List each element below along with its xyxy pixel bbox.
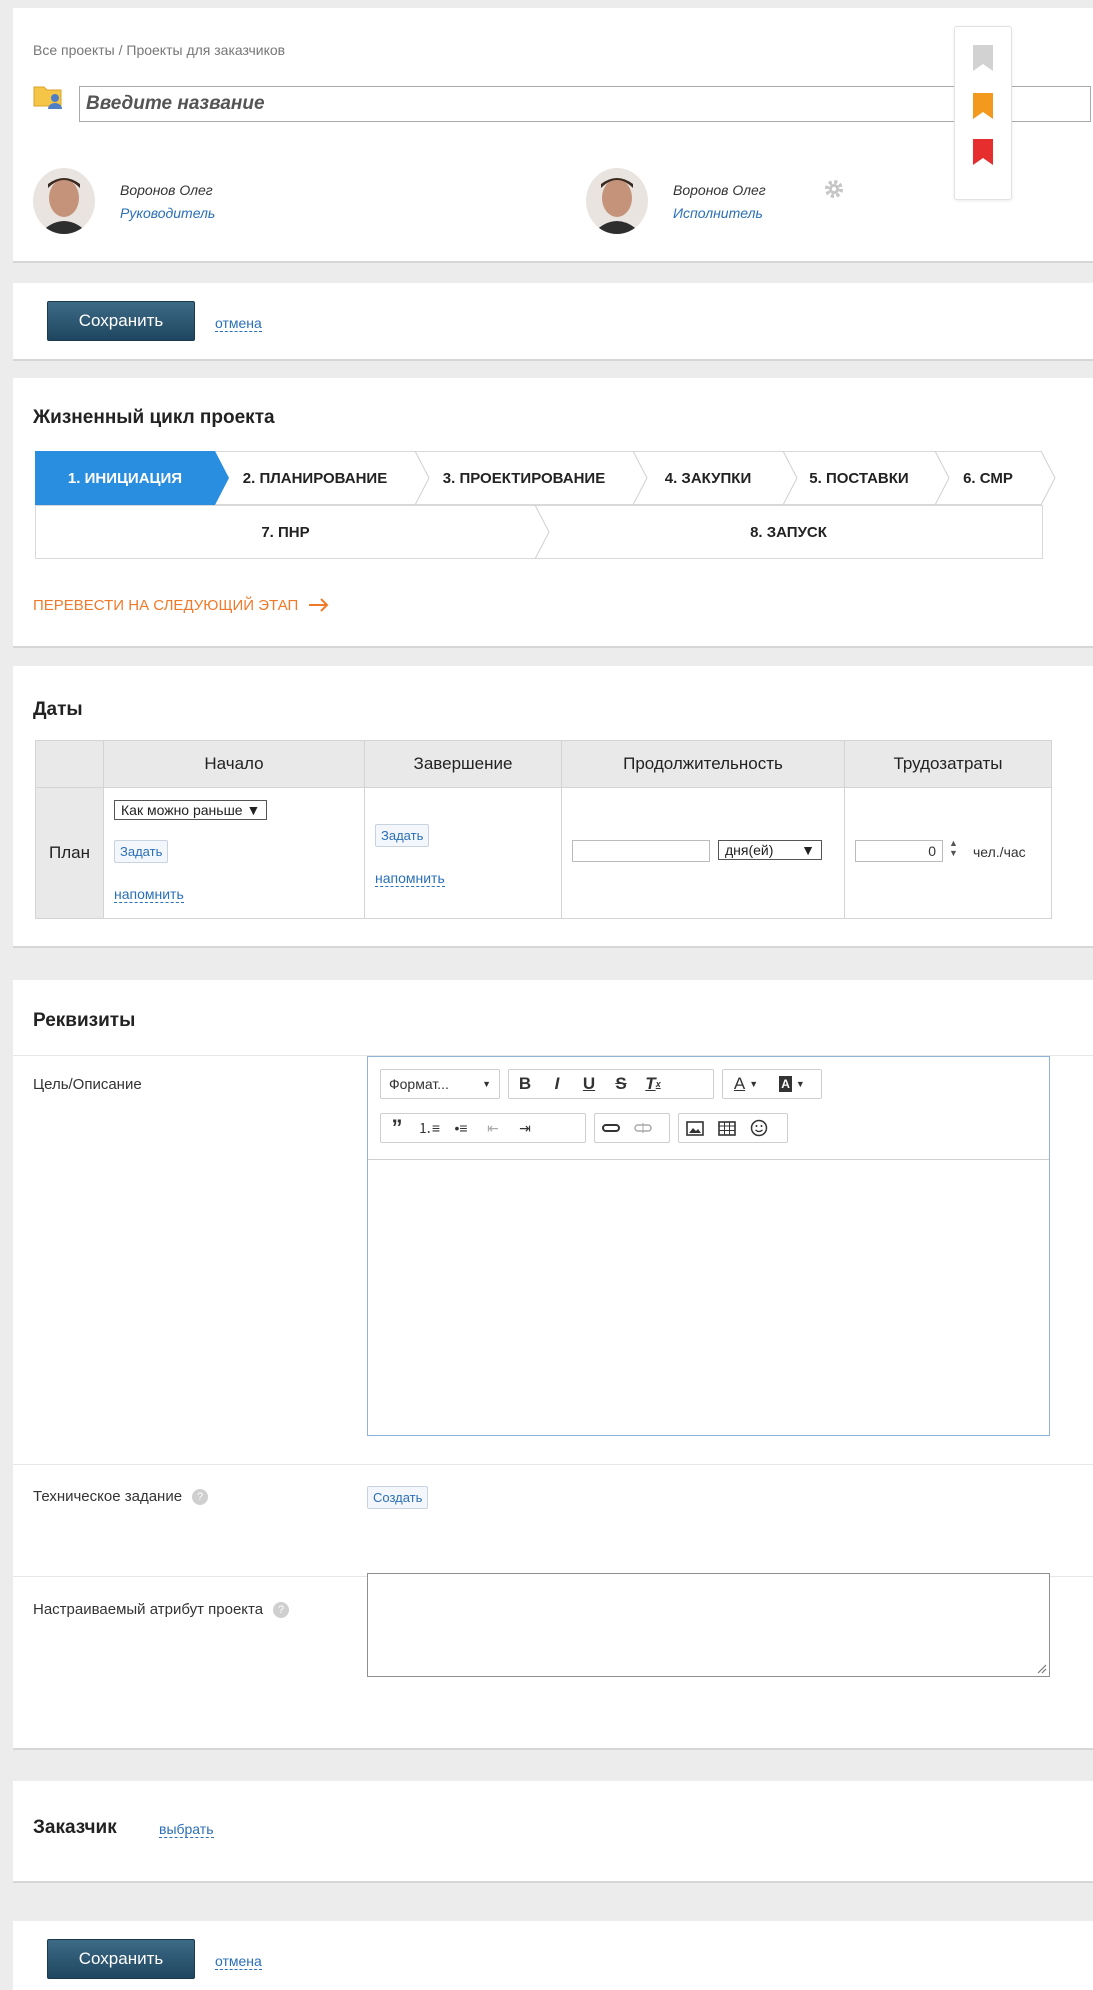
remove-format-icon[interactable]: Tx [637, 1070, 669, 1098]
effort-cell: 0 ▲ ▼ чел./час [844, 787, 1052, 919]
top-actions-panel: Сохранить отмена [13, 283, 1093, 361]
avatar [33, 168, 95, 234]
breadcrumb[interactable]: Все проекты / Проекты для заказчиков [33, 42, 285, 58]
duration-unit-value: дня(ей) [725, 842, 774, 858]
customer-panel: Заказчик выбрать [13, 1781, 1093, 1883]
help-icon[interactable]: ? [273, 1602, 290, 1618]
text-color-icon[interactable]: A ▼ [723, 1070, 769, 1098]
project-folder-icon [33, 86, 62, 109]
start-set-button[interactable]: Задать [114, 840, 169, 863]
link-group [594, 1113, 670, 1143]
tech-task-label-wrap: Техническое задание? [33, 1488, 209, 1505]
requisites-title: Реквизиты [33, 1010, 136, 1031]
flag-red-icon[interactable] [973, 139, 993, 165]
stage-initiation-label: 1. ИНИЦИАЦИЯ [67, 469, 183, 487]
italic-icon[interactable]: I [541, 1070, 573, 1098]
format-dropdown[interactable]: Формат... ▼ [380, 1069, 500, 1099]
numbered-list-icon[interactable]: ⒈≡ [413, 1114, 445, 1142]
color-group: A ▼ A ▼ [722, 1069, 822, 1099]
bulleted-list-icon[interactable]: •≡ [445, 1114, 477, 1142]
editor-toolbar: Формат... ▼ B I U S Tx A ▼ A ▼ ” ⒈≡ •≡ ⇤ ⇥ [368, 1057, 1049, 1160]
underline-icon[interactable]: U [573, 1070, 605, 1098]
start-remind-link[interactable]: напомнить [114, 886, 184, 903]
col-start: Начало [103, 740, 365, 788]
choose-customer-link[interactable]: выбрать [159, 1821, 214, 1838]
project-title-input[interactable] [79, 86, 1091, 122]
start-cell: Как можно раньше ▼ Задать напомнить [103, 787, 365, 919]
effort-value: 0 [928, 843, 936, 859]
custom-attr-label-wrap: Настраиваемый атрибут проекта? [33, 1601, 290, 1618]
blockquote-icon[interactable]: ” [381, 1114, 413, 1142]
bottom-actions-panel: Сохранить отмена [13, 1921, 1093, 1990]
save-button[interactable]: Сохранить [47, 301, 195, 341]
executor-name: Воронов Олег [673, 182, 766, 198]
chevron-down-icon: ▼ [482, 1079, 491, 1089]
finish-cell: Задать напомнить [364, 787, 562, 919]
customer-title: Заказчик [33, 1817, 117, 1838]
dates-corner [35, 740, 104, 788]
background-color-icon[interactable]: A ▼ [769, 1070, 815, 1098]
gear-icon[interactable] [823, 178, 845, 200]
manager-role-link[interactable]: Руководитель [120, 205, 215, 221]
image-icon[interactable] [679, 1114, 711, 1142]
resize-handle-icon[interactable] [1035, 1662, 1047, 1674]
help-icon[interactable]: ? [192, 1489, 209, 1505]
custom-attr-textarea[interactable] [367, 1573, 1050, 1677]
chevron-down-icon: ▼ [801, 842, 815, 858]
col-effort: Трудозатраты [844, 740, 1052, 788]
custom-attr-label: Настраиваемый атрибут проекта [33, 1601, 264, 1618]
strikethrough-icon[interactable]: S [605, 1070, 637, 1098]
dates-table: Начало Завершение Продолжительность Труд… [35, 740, 1052, 919]
duration-unit-select[interactable]: дня(ей) ▼ [718, 840, 822, 860]
dates-panel: Даты Начало Завершение Продолжительность… [13, 666, 1093, 948]
create-tech-task-button[interactable]: Создать [367, 1486, 429, 1509]
cancel-link[interactable]: отмена [215, 1953, 262, 1970]
block-group: ” ⒈≡ •≡ ⇤ ⇥ [380, 1113, 586, 1143]
indent-icon[interactable]: ⇥ [509, 1114, 541, 1142]
avatar [586, 168, 648, 234]
executor-role-link[interactable]: Исполнитель [673, 205, 763, 221]
outdent-icon[interactable]: ⇤ [477, 1114, 509, 1142]
insert-group [678, 1113, 788, 1143]
description-editor: Формат... ▼ B I U S Tx A ▼ A ▼ ” ⒈≡ •≡ ⇤ ⇥ [367, 1056, 1050, 1436]
goal-label: Цель/Описание [33, 1076, 142, 1093]
priority-flags [954, 26, 1012, 200]
row-plan: План [35, 787, 104, 919]
finish-remind-link[interactable]: напомнить [375, 870, 445, 887]
unlink-icon[interactable] [627, 1114, 659, 1142]
emoji-icon[interactable] [743, 1114, 775, 1142]
flag-gray-icon[interactable] [973, 45, 993, 71]
header-panel: Все проекты / Проекты для заказчиков Вор… [13, 8, 1093, 263]
finish-set-button[interactable]: Задать [375, 824, 430, 847]
lifecycle-panel: Жизненный цикл проекта 1. ИНИЦИАЦИЯ 2. П… [13, 378, 1093, 648]
arrow-right-icon [309, 598, 329, 612]
start-mode-select[interactable]: Как можно раньше ▼ [114, 800, 268, 820]
flag-orange-icon[interactable] [973, 93, 993, 119]
editor-content-area[interactable] [368, 1160, 1049, 1435]
duration-cell: дня(ей) ▼ [561, 787, 845, 919]
col-finish: Завершение [364, 740, 562, 788]
cancel-link[interactable]: отмена [215, 315, 262, 332]
dates-title: Даты [33, 699, 83, 720]
requisites-header-row: Реквизиты [13, 980, 1093, 1056]
effort-input[interactable]: 0 [855, 840, 943, 862]
lifecycle-title: Жизненный цикл проекта [33, 407, 275, 428]
next-stage-link[interactable]: ПЕРЕВЕСТИ НА СЛЕДУЮЩИЙ ЭТАП [33, 597, 330, 614]
duration-input[interactable] [572, 840, 710, 862]
col-duration: Продолжительность [561, 740, 845, 788]
save-button[interactable]: Сохранить [47, 1939, 195, 1979]
tech-task-label: Техническое задание [33, 1488, 183, 1505]
manager-name: Воронов Олег [120, 182, 213, 198]
link-icon[interactable] [595, 1114, 627, 1142]
spinner-icon[interactable]: ▲ ▼ [949, 838, 958, 858]
table-icon[interactable] [711, 1114, 743, 1142]
tech-task-row: Техническое задание? Создать [13, 1464, 1093, 1577]
bold-icon[interactable]: B [509, 1070, 541, 1098]
format-label: Формат... [389, 1076, 449, 1092]
effort-unit: чел./час [973, 844, 1026, 860]
text-style-group: B I U S Tx [508, 1069, 714, 1099]
next-stage-label: ПЕРЕВЕСТИ НА СЛЕДУЮЩИЙ ЭТАП [33, 597, 299, 614]
